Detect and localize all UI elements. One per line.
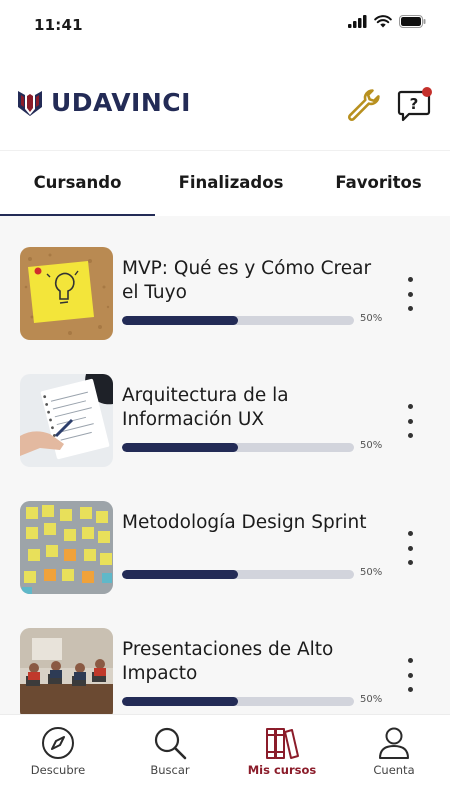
course-progress-bar	[122, 697, 354, 706]
course-tabs: Cursando Finalizados Favoritos	[0, 150, 450, 217]
course-progress-label: 50%	[360, 694, 383, 705]
course-progress-bar	[122, 570, 354, 579]
course-item[interactable]: Presentaciones de Alto Impacto 50%	[0, 628, 450, 714]
user-icon	[379, 727, 409, 759]
status-icons	[348, 15, 426, 28]
course-thumbnail	[20, 501, 113, 594]
compass-icon	[42, 727, 74, 759]
course-title: Presentaciones de Alto Impacto	[122, 639, 334, 684]
books-icon	[266, 728, 299, 759]
battery-icon	[399, 15, 426, 28]
more-vertical-icon	[407, 658, 413, 663]
brand-logo[interactable]: UDAVINCI	[17, 88, 191, 117]
course-thumbnail	[20, 628, 113, 714]
course-progress-fill	[122, 697, 238, 706]
notebook-writing-image	[20, 374, 113, 467]
course-progress-bar	[122, 316, 354, 325]
course-title: Arquitectura de la Información UX	[122, 385, 289, 430]
more-options-button[interactable]	[400, 277, 420, 311]
course-progress-label: 50%	[360, 440, 383, 451]
course-item[interactable]: Metodología Design Sprint 50%	[0, 501, 450, 611]
app-header: UDAVINCI ?	[0, 76, 450, 132]
course-progress-fill	[122, 570, 238, 579]
course-progress-fill	[122, 443, 238, 452]
wifi-icon	[374, 15, 392, 28]
tab-favoritos[interactable]: Favoritos	[307, 151, 450, 215]
course-item[interactable]: Arquitectura de la Información UX 50%	[0, 374, 450, 484]
more-vertical-icon	[407, 404, 413, 409]
brand-name: UDAVINCI	[51, 88, 191, 117]
course-title: Metodología Design Sprint	[122, 512, 367, 533]
more-options-button[interactable]	[400, 404, 420, 438]
nav-item-mis-cursos[interactable]: Mis cursos	[226, 715, 338, 801]
tools-button[interactable]	[345, 86, 381, 122]
post-its-board-image	[20, 501, 113, 594]
more-vertical-icon	[407, 277, 413, 282]
brand-shield-icon	[18, 90, 42, 116]
status-time: 11:41	[34, 16, 83, 34]
course-progress-label: 50%	[360, 313, 383, 324]
nav-item-cuenta[interactable]: Cuenta	[338, 715, 450, 801]
nav-item-descubre[interactable]: Descubre	[2, 715, 114, 801]
course-thumbnail	[20, 374, 113, 467]
help-chat-icon: ?	[397, 87, 432, 122]
nav-item-buscar[interactable]: Buscar	[114, 715, 226, 801]
classroom-laptops-image	[20, 628, 113, 714]
signal-icon	[348, 15, 367, 28]
course-thumbnail	[20, 247, 113, 340]
nav-label: Descubre	[30, 763, 86, 777]
more-vertical-icon	[407, 531, 413, 536]
course-title: MVP: Qué es y Cómo Crear el Tuyo	[122, 258, 372, 303]
sticky-note-lightbulb-image	[20, 247, 113, 340]
svg-text:?: ?	[410, 95, 419, 113]
status-bar: 11:41	[0, 0, 450, 50]
search-icon	[154, 727, 187, 760]
nav-label: Mis cursos	[247, 763, 317, 777]
nav-label: Buscar	[150, 763, 190, 777]
course-progress-label: 50%	[360, 567, 383, 578]
more-options-button[interactable]	[400, 658, 420, 692]
wrench-icon	[347, 89, 380, 121]
help-chat-button[interactable]: ?	[395, 84, 435, 124]
course-list: MVP: Qué es y Cómo Crear el Tuyo 50% Arq…	[0, 216, 450, 714]
tab-finalizados[interactable]: Finalizados	[155, 151, 307, 215]
course-progress-bar	[122, 443, 354, 452]
bottom-navigation: Descubre Buscar Mis cursos Cuenta	[0, 714, 450, 801]
course-progress-fill	[122, 316, 238, 325]
more-options-button[interactable]	[400, 531, 420, 565]
nav-label: Cuenta	[373, 763, 415, 777]
course-item[interactable]: MVP: Qué es y Cómo Crear el Tuyo 50%	[0, 247, 450, 357]
tab-cursando[interactable]: Cursando	[0, 151, 155, 215]
